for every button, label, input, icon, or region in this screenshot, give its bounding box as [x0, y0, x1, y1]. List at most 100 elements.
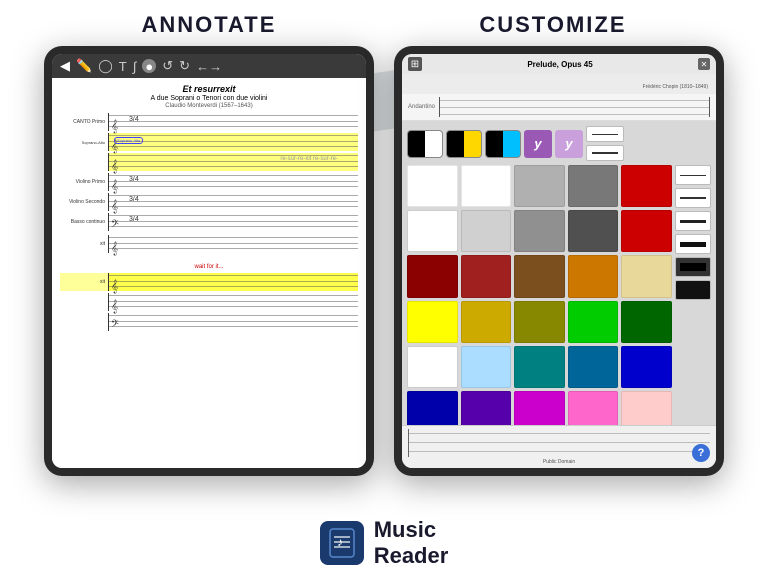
swatch-dark-green[interactable]	[621, 301, 672, 343]
brand-sub: Reader	[374, 543, 449, 568]
swatch-steel-blue[interactable]	[568, 346, 619, 388]
line-width-4[interactable]	[675, 234, 711, 254]
staff-row-soprano: Soprano-Alto 𝄞 Soprano-Alto	[60, 133, 358, 151]
swatch-gray-mid[interactable]	[568, 165, 619, 207]
swatch-blue[interactable]	[621, 346, 672, 388]
y-label-purple[interactable]: y	[524, 130, 552, 158]
swatch-light-blue[interactable]	[461, 346, 512, 388]
bottom-label-1: xit	[60, 241, 108, 247]
slur-icon[interactable]: ∫	[133, 59, 137, 74]
swatch-yellow[interactable]	[407, 301, 458, 343]
swatch-black-yellow[interactable]	[446, 130, 482, 158]
circle-tool-icon[interactable]: ●	[142, 59, 156, 73]
bottom-row-3: 𝄢	[60, 313, 358, 331]
eraser-icon[interactable]: ◯	[98, 58, 113, 74]
arrow-icon[interactable]: ←→	[196, 59, 222, 74]
customize-header: Prelude, Opus 45 ✕	[402, 54, 716, 74]
swatch-teal[interactable]	[514, 346, 565, 388]
swatch-dark-red[interactable]	[407, 255, 458, 297]
prelude-title-area: Prelude, Opus 45	[426, 60, 694, 69]
swatch-orange[interactable]	[568, 255, 619, 297]
back-icon[interactable]: ◀	[60, 58, 70, 74]
staff-row-violin2: Violino Secondo 𝄞 3/4	[60, 193, 358, 211]
swatch-red2[interactable]	[621, 210, 672, 252]
swatch-white[interactable]	[407, 165, 458, 207]
branding: ♪ Music Reader	[320, 507, 449, 576]
public-domain-label: Public Domain	[408, 459, 710, 465]
line-width-6[interactable]	[675, 280, 711, 300]
violin1-label: Violino Primo	[60, 179, 108, 185]
swatch-light-pink[interactable]	[621, 391, 672, 425]
violin1-lines: 𝄞 3/4	[108, 173, 358, 191]
line-width-5[interactable]	[675, 257, 711, 277]
line-swatch-2[interactable]	[586, 145, 624, 161]
swatch-white3[interactable]	[407, 210, 458, 252]
basso-lines: 𝄢 3/4	[108, 213, 358, 231]
help-button[interactable]: ?	[692, 444, 710, 462]
swatch-olive[interactable]	[514, 301, 565, 343]
swatch-gray2[interactable]	[461, 210, 512, 252]
soprano-pill: Soprano-Alto	[114, 137, 143, 144]
score-title: Et resurrexit	[60, 84, 358, 94]
composer-credit: Frédéric Chopin (1810–1849)	[402, 74, 716, 94]
redo-icon[interactable]: ↻	[179, 58, 190, 74]
violin2-lines: 𝄞 3/4	[108, 193, 358, 211]
score-subtitle: A due Soprani o Tenori con due violini	[60, 95, 358, 102]
close-button[interactable]: ✕	[698, 58, 710, 70]
swatch-magenta[interactable]	[514, 391, 565, 425]
customize-title: CUSTOMIZE	[479, 12, 626, 38]
text-icon[interactable]: T	[119, 59, 127, 74]
bottom-preview: Public Domain	[402, 425, 716, 468]
swatch-pink[interactable]	[568, 391, 619, 425]
svg-text:♪: ♪	[337, 535, 343, 549]
undo-icon[interactable]: ↺	[162, 58, 173, 74]
grid-button[interactable]	[408, 57, 422, 71]
line-swatch-1[interactable]	[586, 126, 624, 142]
line-width-2[interactable]	[675, 188, 711, 208]
line-width-3[interactable]	[675, 211, 711, 231]
top-score-preview: Andantino	[402, 94, 716, 121]
y-label-light-purple[interactable]: y	[555, 130, 583, 158]
bottom-row-1: xit 𝄞	[60, 235, 358, 253]
section-headers: ANNOTATE CUSTOMIZE	[0, 0, 768, 46]
brand-text: Music Reader	[374, 517, 449, 568]
staff-row-violin1: Violino Primo 𝄞 3/4	[60, 173, 358, 191]
swatch-gray3[interactable]	[514, 210, 565, 252]
score-preview-row: Andantino	[408, 97, 710, 117]
color-picker-area: y y	[402, 121, 716, 425]
bottom-row-2: 𝄞	[60, 293, 358, 311]
swatch-brown[interactable]	[514, 255, 565, 297]
swatch-dark-gray[interactable]	[568, 210, 619, 252]
andantino-label: Andantino	[408, 104, 435, 110]
swatch-gray-light[interactable]	[514, 165, 565, 207]
special-items-row: y y	[407, 126, 711, 161]
swatch-crimson[interactable]	[461, 255, 512, 297]
swatch-purple[interactable]	[461, 391, 512, 425]
bottom-hl-lines: 𝄞	[108, 273, 358, 291]
swatch-red[interactable]	[621, 165, 672, 207]
swatch-green[interactable]	[568, 301, 619, 343]
swatch-black-white[interactable]	[407, 130, 443, 158]
color-main-grid	[407, 165, 711, 425]
swatch-tan[interactable]	[621, 255, 672, 297]
annotate-content: Et resurrexit A due Soprani o Tenori con…	[52, 78, 366, 468]
customize-screen: Prelude, Opus 45 ✕ Frédéric Chopin (1810…	[402, 54, 716, 468]
swatch-white2[interactable]	[461, 165, 512, 207]
swatch-black-cyan[interactable]	[485, 130, 521, 158]
prelude-title: Prelude, Opus 45	[426, 60, 694, 69]
wait-for-it: wait for it...	[60, 255, 358, 273]
violin2-label: Violino Secondo	[60, 199, 108, 205]
annotate-title: ANNOTATE	[141, 12, 276, 38]
soprano-label: Soprano-Alto	[60, 140, 108, 145]
bottom-lines-2: 𝄞	[108, 293, 358, 311]
line-width-1[interactable]	[675, 165, 711, 185]
pencil-icon[interactable]: ✏️	[76, 58, 92, 74]
swatch-gold[interactable]	[461, 301, 512, 343]
brand-logo-icon: ♪	[328, 527, 356, 559]
score-composer: Claudio Monteverdi (1567–1643)	[60, 103, 358, 109]
brand-logo: ♪	[320, 521, 364, 565]
bottom-lines-1: 𝄞	[108, 235, 358, 253]
swatch-navy[interactable]	[407, 391, 458, 425]
swatch-white4[interactable]	[407, 346, 458, 388]
staff-row-basso: Basso continuo 𝄢 3/4	[60, 213, 358, 231]
